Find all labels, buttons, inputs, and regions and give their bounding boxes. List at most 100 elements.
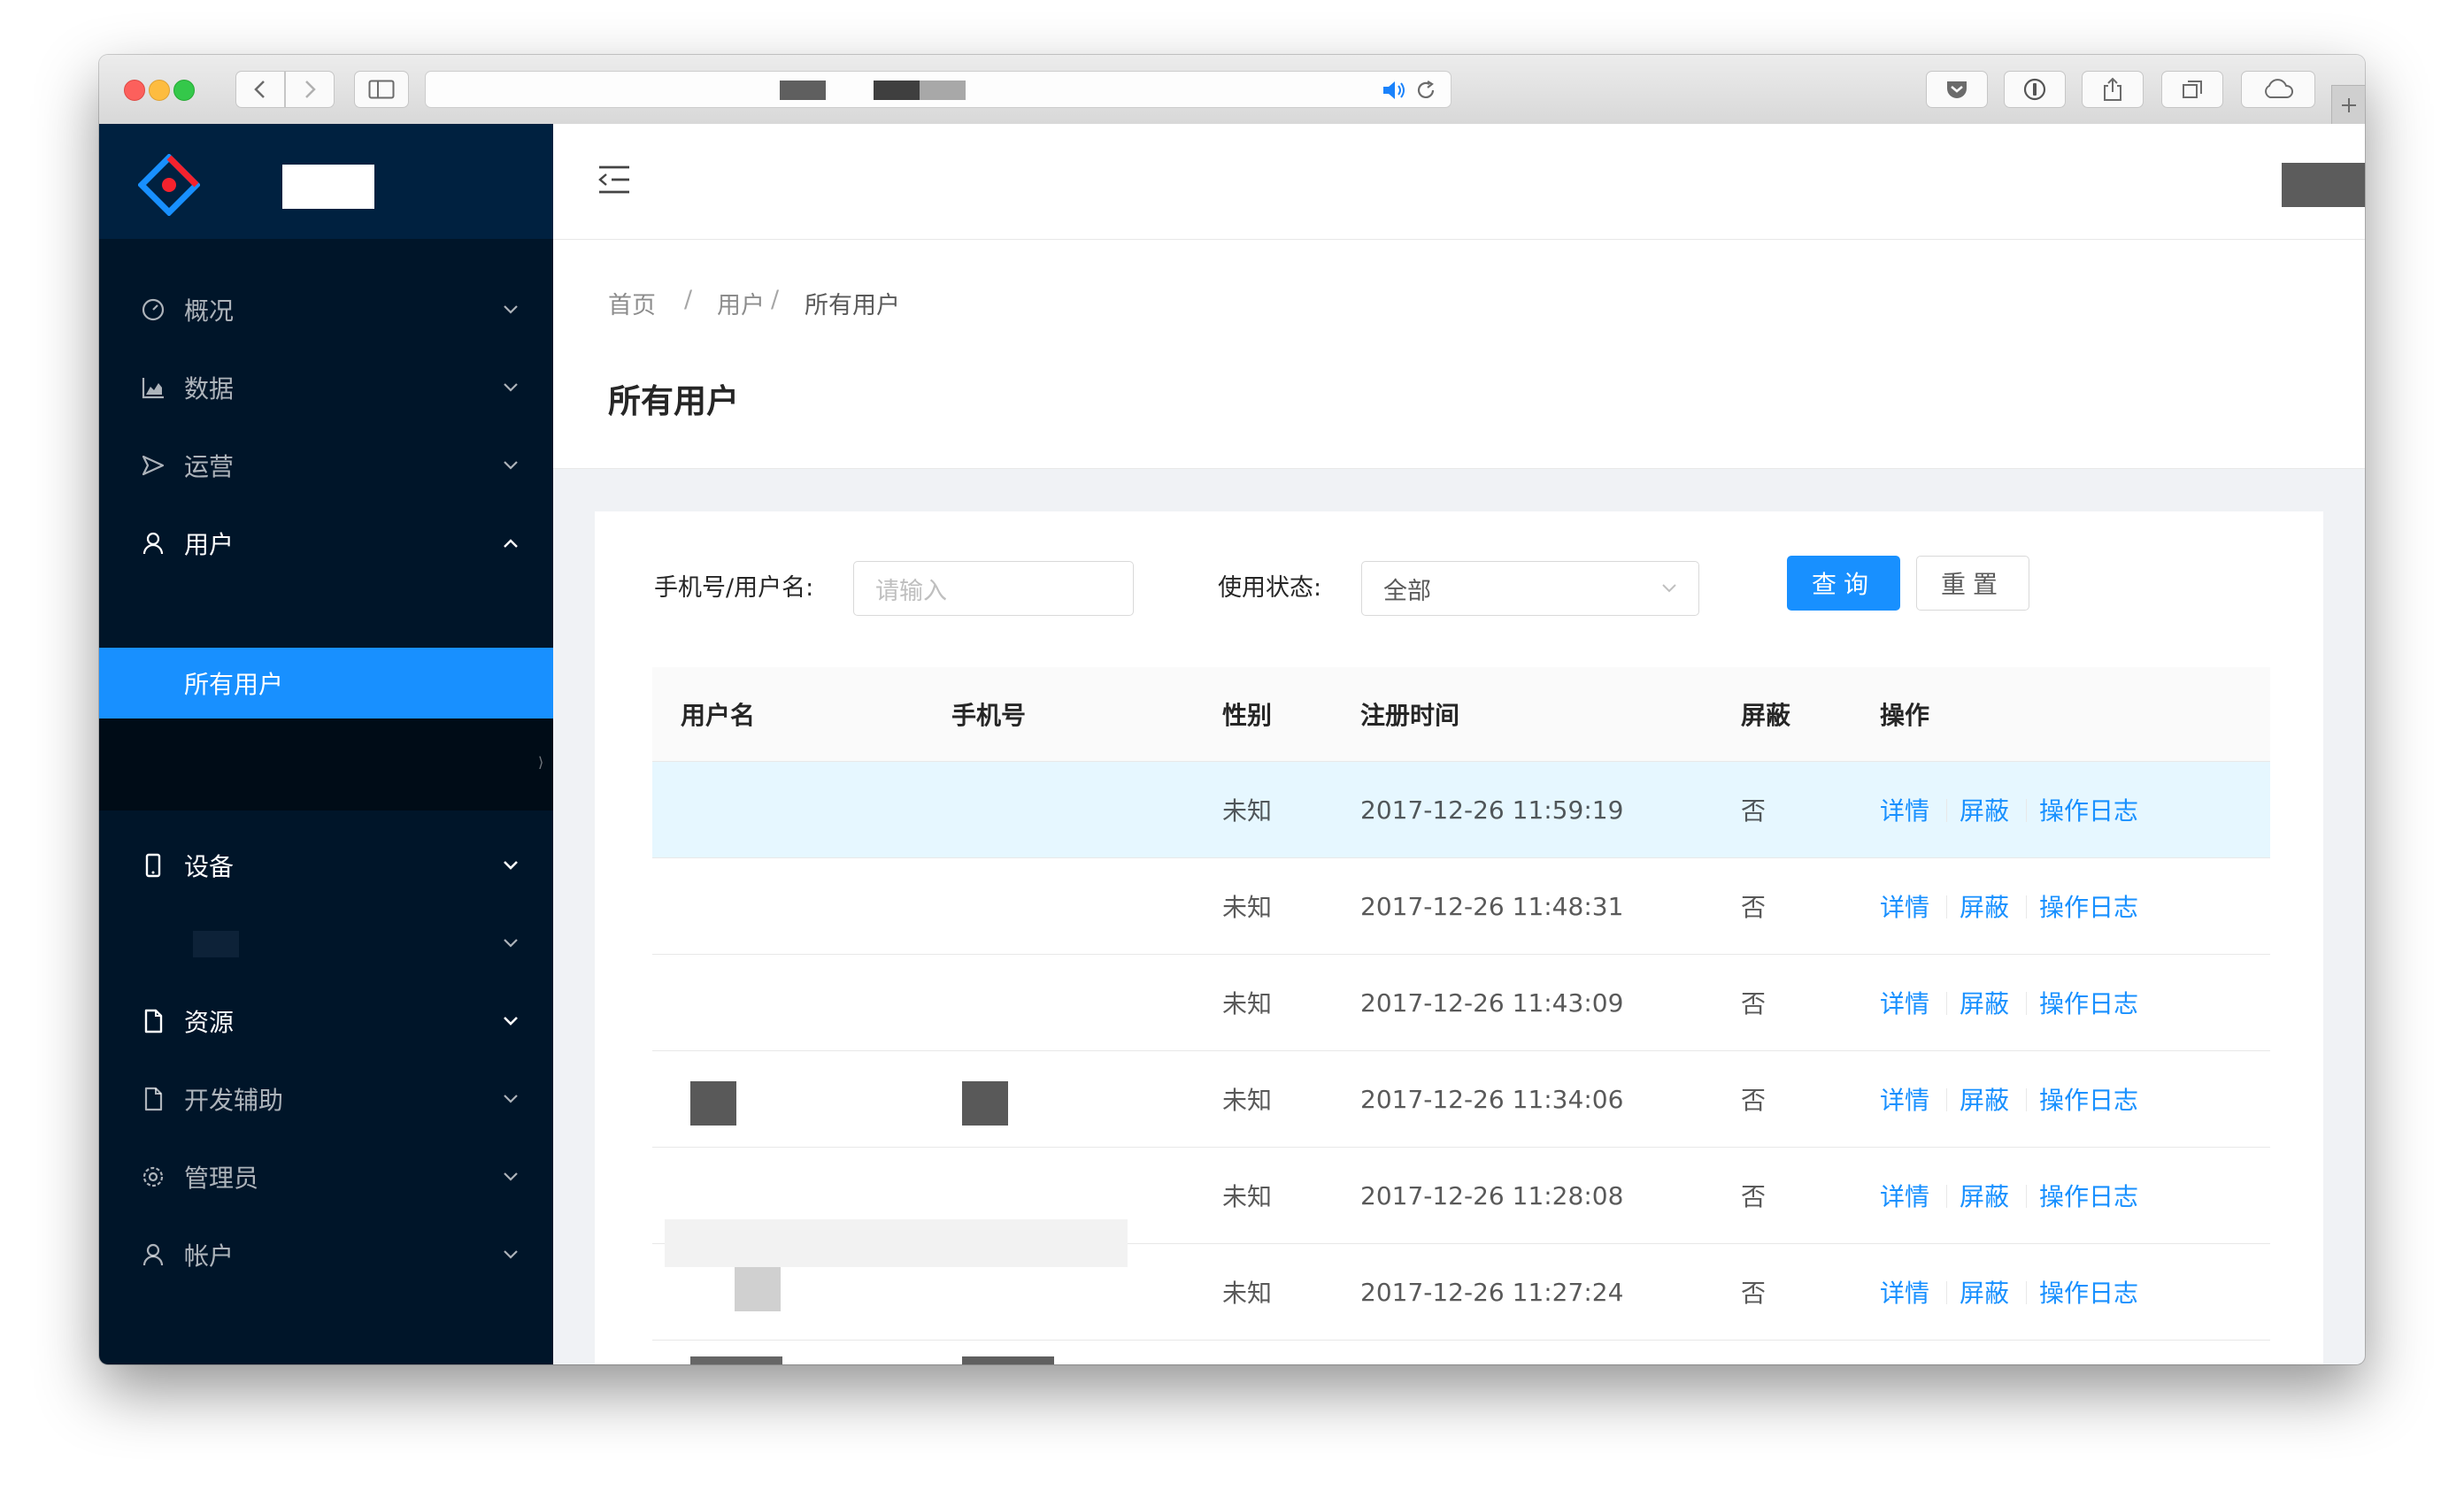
reset-button[interactable]: 重置 — [1916, 556, 2029, 611]
block-link[interactable]: 屏蔽 — [1960, 858, 2009, 954]
table-row[interactable]: 未知 2017-12-26 11:26:49 否 详情 屏蔽 操作日志 — [652, 1341, 2270, 1364]
operation-log-link[interactable]: 操作日志 — [2039, 955, 2138, 1050]
resize-handle-icon: ⟩ — [538, 754, 544, 771]
sidebar-item-redacted[interactable] — [99, 904, 553, 982]
details-link[interactable]: 详情 — [1880, 955, 1929, 1050]
operation-log-link[interactable]: 操作日志 — [2039, 1051, 2138, 1147]
table-row[interactable]: 未知 2017-12-26 11:28:08 否 详情 屏蔽 操作日志 — [652, 1148, 2270, 1244]
gear-icon — [140, 1164, 166, 1190]
gender-cell: 未知 — [1222, 1086, 1273, 1115]
blocked-cell: 否 — [1741, 1279, 1767, 1308]
redacted-cells — [665, 1219, 1128, 1244]
password-button[interactable] — [2004, 71, 2066, 108]
details-link[interactable]: 详情 — [1880, 762, 1929, 857]
sidebar-item-users[interactable]: 用户 — [99, 504, 553, 582]
operation-log-link[interactable]: 操作日志 — [2039, 858, 2138, 954]
zoom-window-button[interactable] — [173, 80, 195, 101]
block-link[interactable]: 屏蔽 — [1960, 1244, 2009, 1340]
new-tab-button[interactable] — [2331, 85, 2365, 125]
sidebar-item-resources[interactable]: 资源 — [99, 982, 553, 1060]
query-button[interactable]: 查询 — [1787, 556, 1900, 611]
file-icon — [140, 1008, 166, 1034]
reload-icon[interactable] — [1415, 80, 1436, 101]
gender-cell: 未知 — [1222, 1341, 1272, 1364]
redacted-username — [690, 1081, 736, 1126]
sidebar-item-data[interactable]: 数据 — [99, 349, 553, 426]
table-row[interactable]: 未知 2017-12-26 11:59:19 否 详情 屏蔽 操作日志 — [652, 762, 2270, 858]
logo-icon[interactable] — [138, 154, 200, 216]
action-divider — [2026, 1185, 2027, 1208]
status-select-value: 全部 — [1383, 577, 1431, 605]
sidebar-item-label: 概况 — [184, 296, 235, 326]
column-header-registered: 注册时间 — [1360, 701, 1460, 730]
breadcrumb-current: 所有用户 — [805, 292, 900, 319]
speaker-icon[interactable] — [1382, 80, 1408, 101]
mobile-icon — [140, 852, 166, 879]
status-select[interactable]: 全部 — [1361, 561, 1699, 616]
column-header-username: 用户名 — [681, 701, 756, 730]
sidebar-item-account[interactable]: 帐户 — [99, 1216, 553, 1294]
sidebar-item-dev-tools[interactable]: 开发辅助 — [99, 1060, 553, 1138]
menu-fold-icon[interactable] — [597, 165, 631, 195]
details-link[interactable]: 详情 — [1880, 1051, 1929, 1147]
sidebar-item-label: 管理员 — [184, 1164, 259, 1193]
registered-cell: 2017-12-26 11:48:31 — [1360, 891, 1624, 921]
registered-cell: 2017-12-26 11:26:49 — [1360, 1341, 1623, 1365]
cloud-button[interactable] — [2241, 71, 2315, 108]
details-link[interactable]: 详情 — [1880, 1341, 1929, 1364]
area-chart-icon — [140, 374, 166, 401]
block-link[interactable]: 屏蔽 — [1960, 1341, 2009, 1364]
blocked-cell: 否 — [1741, 1182, 1767, 1211]
action-divider — [1946, 1088, 1947, 1111]
chevron-up-icon — [499, 532, 522, 555]
sidebar-item-operations[interactable]: 运营 — [99, 426, 553, 504]
sidebar-toggle-button[interactable] — [354, 71, 409, 108]
close-window-button[interactable] — [124, 80, 145, 101]
pocket-button[interactable] — [1926, 71, 1988, 108]
chevron-down-icon — [499, 1165, 522, 1188]
chevron-down-icon — [1662, 584, 1676, 593]
tabs-overview-button[interactable] — [2161, 71, 2223, 108]
table-row[interactable]: 未知 2017-12-26 11:48:31 否 详情 屏蔽 操作日志 — [652, 858, 2270, 955]
pocket-icon — [1947, 81, 1967, 98]
gender-cell: 未知 — [1222, 796, 1273, 826]
operation-log-link[interactable]: 操作日志 — [2039, 762, 2138, 857]
sidebar-item-all-users[interactable]: 所有用户 — [99, 648, 553, 718]
block-link[interactable]: 屏蔽 — [1960, 762, 2009, 857]
sidebar-item-devices[interactable]: 设备 — [99, 826, 553, 904]
table-row[interactable]: 未知 2017-12-26 11:43:09 否 详情 屏蔽 操作日志 — [652, 955, 2270, 1051]
table-row[interactable]: 未知 2017-12-26 11:27:24 否 详情 屏蔽 操作日志 — [652, 1244, 2270, 1341]
sidebar-item-label: 数据 — [184, 374, 235, 403]
minimize-window-button[interactable] — [149, 80, 170, 101]
details-link[interactable]: 详情 — [1880, 1244, 1929, 1340]
operation-log-link[interactable]: 操作日志 — [2039, 1148, 2138, 1243]
column-header-gender: 性别 — [1222, 701, 1273, 730]
address-bar[interactable] — [425, 71, 1451, 108]
phone-username-input[interactable]: 请输入 — [853, 561, 1134, 616]
share-icon — [2104, 77, 2121, 101]
sidebar-item-overview[interactable]: 概况 — [99, 271, 553, 349]
column-header-blocked: 屏蔽 — [1741, 701, 1791, 730]
operation-log-link[interactable]: 操作日志 — [2039, 1244, 2138, 1340]
details-link[interactable]: 详情 — [1880, 1148, 1929, 1243]
user-icon — [140, 530, 166, 557]
operation-log-link[interactable]: 操作日志 — [2039, 1341, 2138, 1364]
redacted-user-avatar[interactable] — [2282, 163, 2365, 207]
block-link[interactable]: 屏蔽 — [1960, 1051, 2009, 1147]
chevron-down-icon — [499, 1243, 522, 1266]
block-link[interactable]: 屏蔽 — [1960, 1148, 2009, 1243]
block-link[interactable]: 屏蔽 — [1960, 955, 2009, 1050]
details-link[interactable]: 详情 — [1880, 858, 1929, 954]
share-button[interactable] — [2082, 71, 2144, 108]
action-divider — [2026, 1088, 2027, 1111]
table-header: 用户名 手机号 性别 注册时间 屏蔽 操作 — [652, 667, 2270, 762]
chevron-left-icon — [254, 81, 265, 98]
table-row[interactable]: 未知 2017-12-26 11:34:06 否 详情 屏蔽 操作日志 — [652, 1051, 2270, 1148]
forward-button[interactable] — [285, 71, 335, 108]
back-button[interactable] — [235, 71, 285, 108]
breadcrumb-link-home[interactable]: 首页 — [608, 286, 656, 320]
sidebar-submenu-item-redacted[interactable]: ⟩ — [99, 718, 553, 811]
breadcrumb-link-users[interactable]: 用户 — [717, 286, 765, 320]
sidebar-item-admins[interactable]: 管理员 — [99, 1138, 553, 1216]
phone-filter-label: 手机号/用户名: — [654, 574, 814, 602]
